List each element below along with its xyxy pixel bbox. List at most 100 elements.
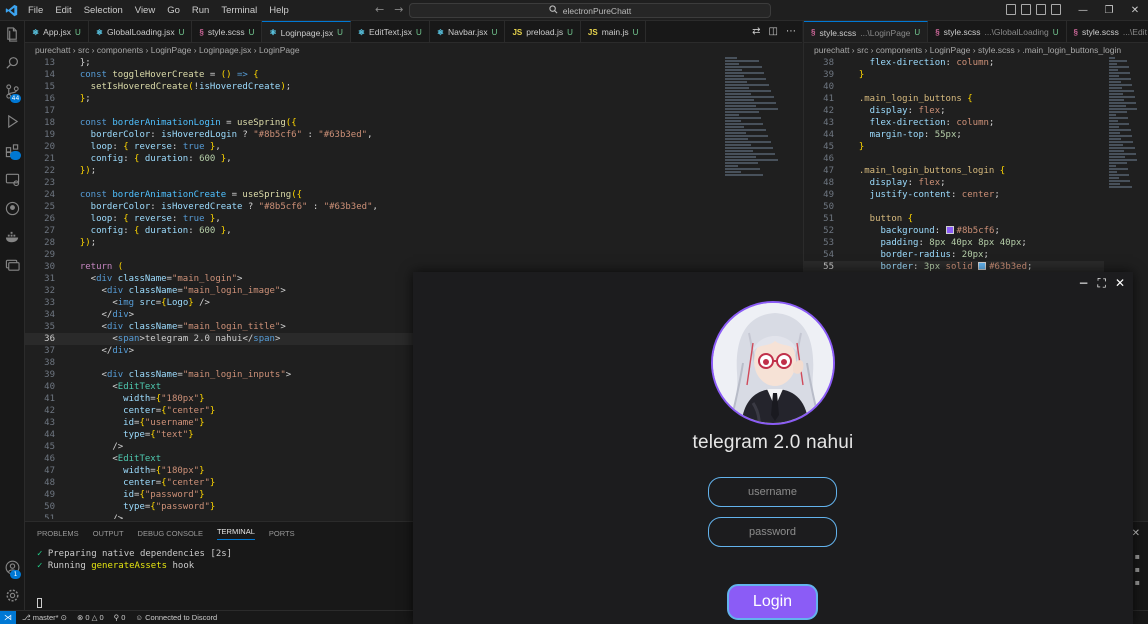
panel-tab-debug-console[interactable]: DEBUG CONSOLE (138, 529, 203, 538)
code-line[interactable]: 22 }); (25, 165, 725, 177)
code-line[interactable]: 49 justify-content: center; (804, 189, 1104, 201)
minimize-window-icon[interactable]: — (1070, 5, 1096, 16)
editor-tab[interactable]: § style.scss ...\GlobalLoading U (928, 21, 1067, 42)
panel-tab-terminal[interactable]: TERMINAL (216, 527, 255, 540)
password-input[interactable] (708, 517, 837, 547)
editor-tab[interactable]: ⚛ Navbar.jsx U (430, 21, 506, 42)
back-arrow-icon[interactable]: ← (375, 3, 384, 16)
toggle-sidebar-icon[interactable] (1006, 4, 1016, 15)
code-line[interactable]: 25 borderColor: isHoveredCreate ? "#8b5c… (25, 201, 725, 213)
terminal-instance-icon[interactable]: ▪ (1135, 552, 1140, 561)
code-line[interactable]: 23 (25, 177, 725, 189)
code-line[interactable]: 51 button { (804, 213, 1104, 225)
code-line[interactable]: 19 borderColor: isHoveredLogin ? "#8b5cf… (25, 129, 725, 141)
code-line[interactable]: 54 border-radius: 20px; (804, 249, 1104, 261)
color-swatch[interactable] (945, 226, 954, 234)
menu-item-edit[interactable]: Edit (49, 0, 77, 21)
code-line[interactable]: 40 (804, 81, 1104, 93)
code-line[interactable]: 29 (25, 249, 725, 261)
editor-tab[interactable]: JS main.js U (581, 21, 647, 42)
search-icon[interactable] (4, 56, 20, 72)
code-line[interactable]: 52 background: #8b5cf6; (804, 225, 1104, 237)
minimap[interactable] (1109, 57, 1141, 207)
code-line[interactable]: 50 (804, 201, 1104, 213)
editor-tab[interactable]: ⚛ EditText.jsx U (351, 21, 430, 42)
menu-item-view[interactable]: View (129, 0, 161, 21)
code-line[interactable]: 41 .main_login_buttons { (804, 93, 1104, 105)
panel-tab-ports[interactable]: PORTS (269, 529, 295, 538)
menu-item-help[interactable]: Help (263, 0, 295, 21)
remote-explorer-icon[interactable] (4, 172, 20, 188)
chat-icon[interactable] (4, 258, 20, 274)
breadcrumb[interactable]: purechatt › src › components › LoginPage… (25, 43, 802, 57)
menu-item-go[interactable]: Go (161, 0, 186, 21)
editor-tab[interactable]: ⚛ App.jsx U (25, 21, 89, 42)
customize-layout-icon[interactable] (1051, 4, 1061, 15)
terminal-instance-icon[interactable]: ▪ (1135, 565, 1140, 574)
menu-item-selection[interactable]: Selection (78, 0, 129, 21)
code-line[interactable]: 28 }); (25, 237, 725, 249)
minimize-icon[interactable]: − (1078, 276, 1088, 291)
username-input[interactable] (708, 477, 837, 507)
code-line[interactable]: 21 config: { duration: 600 }, (25, 153, 725, 165)
color-swatch[interactable] (978, 262, 987, 270)
more-actions-icon[interactable]: ⋯ (786, 26, 796, 37)
code-line[interactable]: 53 padding: 8px 40px 8px 40px; (804, 237, 1104, 249)
editor-tab[interactable]: ⚛ GlobalLoading.jsx U (89, 21, 193, 42)
minimap[interactable] (725, 57, 785, 207)
code-line[interactable]: 17 (25, 105, 725, 117)
code-line[interactable]: 26 loop: { reverse: true }, (25, 213, 725, 225)
docker-icon[interactable] (4, 230, 20, 246)
command-center[interactable]: electronPureChatt (409, 3, 771, 18)
code-line[interactable]: 24 const borderAnimationCreate = useSpri… (25, 189, 725, 201)
code-line[interactable]: 13 }; (25, 57, 725, 69)
compare-changes-icon[interactable]: ⇄ (752, 26, 760, 37)
code-line[interactable]: 14 const toggleHoverCreate = () => { (25, 69, 725, 81)
code-line[interactable]: 46 (804, 153, 1104, 165)
discord-status[interactable]: ☺ Connected to Discord (135, 613, 217, 622)
breadcrumb[interactable]: purechatt › src › components › LoginPage… (804, 43, 1148, 57)
editor-tab[interactable]: § style.scss ...\LoginPage U (804, 21, 929, 42)
explorer-icon[interactable] (4, 27, 20, 43)
code-line[interactable]: 27 config: { duration: 600 }, (25, 225, 725, 237)
restore-window-icon[interactable]: ❐ (1096, 5, 1122, 16)
editor-tab[interactable]: JS preload.js U (505, 21, 581, 42)
menu-item-file[interactable]: File (22, 0, 49, 21)
code-line[interactable]: 16 }; (25, 93, 725, 105)
close-icon[interactable]: ✕ (1115, 276, 1125, 291)
git-branch[interactable]: ⎇ master* ⊙ (22, 613, 67, 622)
settings-gear-icon[interactable] (4, 588, 20, 604)
line-number: 52 (823, 226, 834, 236)
login-button[interactable]: Login (727, 584, 818, 620)
menu-item-terminal[interactable]: Terminal (215, 0, 263, 21)
split-editor-icon[interactable]: ◫ (769, 26, 778, 37)
toggle-secondary-sidebar-icon[interactable] (1036, 4, 1046, 15)
code-line[interactable]: 47 .main_login_buttons_login { (804, 165, 1104, 177)
code-line[interactable]: 44 margin-top: 55px; (804, 129, 1104, 141)
code-line[interactable]: 48 display: flex; (804, 177, 1104, 189)
code-line[interactable]: 20 loop: { reverse: true }, (25, 141, 725, 153)
menu-item-run[interactable]: Run (186, 0, 215, 21)
code-line[interactable]: 43 flex-direction: column; (804, 117, 1104, 129)
code-line[interactable]: 39 } (804, 69, 1104, 81)
close-window-icon[interactable]: ✕ (1122, 5, 1148, 16)
panel-tab-problems[interactable]: PROBLEMS (37, 529, 79, 538)
problems-indicator[interactable]: ⊗ 0 △ 0 (77, 613, 104, 622)
forward-arrow-icon[interactable]: → (394, 3, 403, 16)
editor-tab[interactable]: § style.scss ...\Edit (1067, 21, 1148, 42)
panel-tab-output[interactable]: OUTPUT (93, 529, 124, 538)
terminal-instance-icon[interactable]: ▪ (1135, 578, 1140, 587)
maximize-icon[interactable]: ⛶ (1098, 276, 1106, 291)
code-line[interactable]: 45 } (804, 141, 1104, 153)
toggle-panel-icon[interactable] (1021, 4, 1031, 15)
editor-tab[interactable]: ⚛ Loginpage.jsx U (262, 21, 351, 42)
code-line[interactable]: 15 setIsHoveredCreate(!isHoveredCreate); (25, 81, 725, 93)
code-line[interactable]: 42 display: flex; (804, 105, 1104, 117)
run-debug-icon[interactable] (4, 114, 20, 130)
code-line[interactable]: 18 const borderAnimationLogin = useSprin… (25, 117, 725, 129)
code-line[interactable]: 38 flex-direction: column; (804, 57, 1104, 69)
editor-tab[interactable]: § style.scss U (192, 21, 263, 42)
github-icon[interactable] (4, 201, 20, 217)
remote-indicator-icon[interactable]: ⋊ (0, 610, 16, 624)
ports-indicator[interactable]: ⚲ 0 (114, 613, 126, 622)
